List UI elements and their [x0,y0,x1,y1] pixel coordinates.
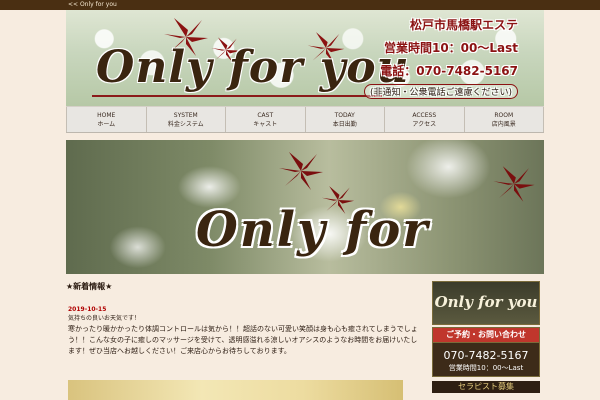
sidebar-logo: Only for you [434,293,538,311]
nav-item-today[interactable]: TODAY 本日出勤 [306,107,385,132]
nav-item-label-en: ROOM [494,111,514,119]
main-nav: HOME ホーム SYSTEM 料金システム CAST キャスト TODAY 本… [66,106,544,133]
news-section-title: ★新着情報★ [66,282,113,291]
nav-item-label-ja: ホーム [97,120,116,128]
phone-note: (非通知・公衆電話ご遠慮ください) [363,84,518,99]
hero-logo: Only for you [196,202,430,274]
news-entry: 2019-10-15 気持ちの良いお天気です！ 寒かったり暖かかったり体調コント… [68,306,423,357]
top-bar-text: << Only for you [68,1,117,8]
contact-phone[interactable]: 070-7482-5167 [433,349,539,363]
header-logo[interactable]: Only for you [96,46,410,90]
nav-item-label-en: SYSTEM [173,111,198,119]
hours-text: 営業時間10：00〜Last [383,41,518,55]
recruit-banner[interactable]: セラピスト募集 [432,381,540,393]
nav-item-system[interactable]: SYSTEM 料金システム [147,107,226,132]
nav-item-label-en: ACCESS [412,111,437,119]
news-headline: 気持ちの良いお天気です！ [68,315,141,322]
nav-item-label-ja: 本日出勤 [332,120,357,128]
location-text: 松戸市馬橋駅エステ [409,18,518,32]
contact-box: ご予約・お問い合わせ 070-7482-5167 営業時間10：00〜Last [432,327,540,377]
sidebar-logo-banner[interactable]: Only for you [432,281,540,325]
nav-item-home[interactable]: HOME ホーム [66,107,147,132]
nav-item-label-ja: キャスト [253,120,278,128]
news-body: 寒かったり暖かかったり体調コントロールは気から！！超話のない可愛い笑顔は身も心も… [68,325,418,355]
nav-item-label-en: HOME [97,111,116,119]
header-logo-underline [92,95,382,97]
site-header: Only for you 松戸市馬橋駅エステ 営業時間10：00〜Last 電話… [66,10,544,106]
nav-item-cast[interactable]: CAST キャスト [226,107,306,132]
header-info: 松戸市馬橋駅エステ 営業時間10：00〜Last 電話：070-7482-516… [363,16,518,99]
nav-item-label-ja: 店内風景 [491,120,516,128]
news-image [68,380,403,400]
contact-heading: ご予約・お問い合わせ [433,328,539,343]
phone-text[interactable]: 電話：070-7482-5167 [364,62,518,79]
nav-item-label-en: TODAY [334,111,355,119]
nav-item-label-en: CAST [257,111,274,119]
top-bar: << Only for you [0,0,600,10]
nav-item-label-ja: 料金システム [167,120,204,128]
lily-icon [493,166,535,202]
nav-item-access[interactable]: ACCESS アクセス [385,107,465,132]
hero-banner: Only for you [66,140,544,274]
sidebar: Only for you ご予約・お問い合わせ 070-7482-5167 営業… [432,281,540,393]
contact-hours: 営業時間10：00〜Last [448,364,524,372]
news-date: 2019-10-15 [68,306,107,313]
nav-item-room[interactable]: ROOM 店内風景 [465,107,544,132]
nav-item-label-ja: アクセス [412,120,437,128]
